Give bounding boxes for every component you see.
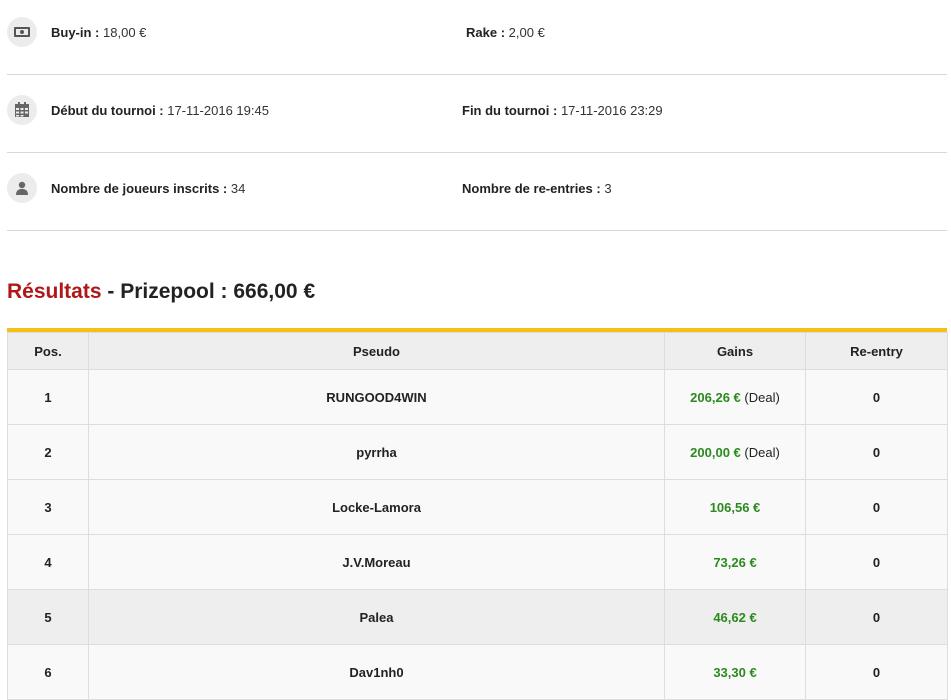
results-heading: Résultats - Prizepool : 666,00 € bbox=[7, 280, 315, 304]
cell-pseudo: pyrrha bbox=[88, 424, 665, 480]
pseudo-link[interactable]: Palea bbox=[360, 610, 394, 625]
cell-reentry: 0 bbox=[805, 534, 948, 590]
reentries-label: Nombre de re-entries : bbox=[462, 181, 601, 196]
cell-pos: 1 bbox=[7, 369, 89, 425]
results-title: Résultats bbox=[7, 280, 102, 303]
joueurs-item: Nombre de joueurs inscrits : 34 bbox=[51, 181, 245, 197]
cell-reentry: 0 bbox=[805, 644, 948, 700]
header-pseudo[interactable]: Pseudo bbox=[88, 332, 665, 370]
header-pos[interactable]: Pos. bbox=[7, 332, 89, 370]
results-separator: - bbox=[101, 280, 121, 303]
info-row-players: Nombre de joueurs inscrits : 34 Nombre d… bbox=[7, 152, 947, 231]
table-row: 3 Locke-Lamora 106,56 € 0 bbox=[7, 479, 948, 535]
gain-value: 73,26 € bbox=[713, 554, 757, 570]
fin-item: Fin du tournoi : 17-11-2016 23:29 bbox=[462, 103, 663, 119]
cell-gain: 206,26 € (Deal) bbox=[664, 369, 806, 425]
buyin-label: Buy-in : bbox=[51, 25, 100, 40]
cell-pseudo: J.V.Moreau bbox=[88, 534, 665, 590]
rake-label: Rake : bbox=[466, 25, 506, 40]
gain-note: (Deal) bbox=[744, 444, 780, 460]
cell-gain: 106,56 € bbox=[664, 479, 806, 535]
gain-value: 206,26 € bbox=[690, 389, 741, 405]
cell-reentry: 0 bbox=[805, 369, 948, 425]
pseudo-link[interactable]: J.V.Moreau bbox=[342, 555, 410, 570]
table-row: 4 J.V.Moreau 73,26 € 0 bbox=[7, 534, 948, 590]
fin-label: Fin du tournoi : bbox=[462, 103, 558, 118]
cell-reentry: 0 bbox=[805, 589, 948, 645]
table-row: 6 Dav1nh0 33,30 € 0 bbox=[7, 644, 948, 700]
cell-reentry: 0 bbox=[805, 424, 948, 480]
cell-pseudo: Dav1nh0 bbox=[88, 644, 665, 700]
cell-pos: 3 bbox=[7, 479, 89, 535]
prizepool-text: Prizepool : 666,00 € bbox=[120, 280, 316, 303]
cell-gain: 200,00 € (Deal) bbox=[664, 424, 806, 480]
cell-pseudo: Locke-Lamora bbox=[88, 479, 665, 535]
table-header-row: Pos. Pseudo Gains Re-entry bbox=[7, 332, 948, 370]
pseudo-link[interactable]: Dav1nh0 bbox=[349, 665, 403, 680]
buyin-item: Buy-in : 18,00 € bbox=[51, 25, 146, 41]
gain-value: 200,00 € bbox=[690, 444, 741, 460]
cell-pos: 5 bbox=[7, 589, 89, 645]
cell-pos: 6 bbox=[7, 644, 89, 700]
cell-pseudo: RUNGOOD4WIN bbox=[88, 369, 665, 425]
money-icon bbox=[7, 17, 37, 47]
gain-note: (Deal) bbox=[744, 389, 780, 405]
cell-pos: 2 bbox=[7, 424, 89, 480]
debut-item: Début du tournoi : 17-11-2016 19:45 bbox=[51, 103, 269, 119]
cell-pseudo: Palea bbox=[88, 589, 665, 645]
info-row-dates: Début du tournoi : 17-11-2016 19:45 Fin … bbox=[7, 74, 947, 153]
joueurs-label: Nombre de joueurs inscrits : bbox=[51, 181, 228, 196]
rake-value: 2,00 € bbox=[508, 25, 545, 40]
debut-label: Début du tournoi : bbox=[51, 103, 164, 118]
gain-value: 33,30 € bbox=[713, 664, 757, 680]
results-table-container: Pos. Pseudo Gains Re-entry 1 RUNGOOD4WIN… bbox=[7, 328, 948, 700]
pseudo-link[interactable]: RUNGOOD4WIN bbox=[326, 390, 426, 405]
fin-value: 17-11-2016 23:29 bbox=[560, 103, 663, 118]
buyin-value: 18,00 € bbox=[103, 25, 147, 40]
calendar-icon bbox=[7, 95, 37, 125]
pseudo-link[interactable]: pyrrha bbox=[356, 445, 396, 460]
joueurs-value: 34 bbox=[230, 181, 246, 196]
cell-reentry: 0 bbox=[805, 479, 948, 535]
results-table: Pos. Pseudo Gains Re-entry 1 RUNGOOD4WIN… bbox=[7, 332, 948, 700]
user-icon bbox=[7, 173, 37, 203]
info-row-buyin: Buy-in : 18,00 € Rake : 2,00 € bbox=[7, 0, 947, 75]
table-row: 1 RUNGOOD4WIN 206,26 € (Deal) 0 bbox=[7, 369, 948, 425]
cell-gain: 33,30 € bbox=[664, 644, 806, 700]
cell-gain: 73,26 € bbox=[664, 534, 806, 590]
pseudo-link[interactable]: Locke-Lamora bbox=[332, 500, 421, 515]
header-reentry[interactable]: Re-entry bbox=[805, 332, 948, 370]
header-gains[interactable]: Gains bbox=[664, 332, 806, 370]
cell-pos: 4 bbox=[7, 534, 89, 590]
table-row: 2 pyrrha 200,00 € (Deal) 0 bbox=[7, 424, 948, 480]
reentries-item: Nombre de re-entries : 3 bbox=[462, 181, 612, 197]
debut-value: 17-11-2016 19:45 bbox=[167, 103, 269, 118]
rake-item: Rake : 2,00 € bbox=[466, 25, 545, 41]
gain-value: 46,62 € bbox=[713, 609, 757, 625]
gain-value: 106,56 € bbox=[709, 499, 761, 515]
cell-gain: 46,62 € bbox=[664, 589, 806, 645]
table-row: 5 Palea 46,62 € 0 bbox=[7, 589, 948, 645]
reentries-value: 3 bbox=[604, 181, 612, 196]
